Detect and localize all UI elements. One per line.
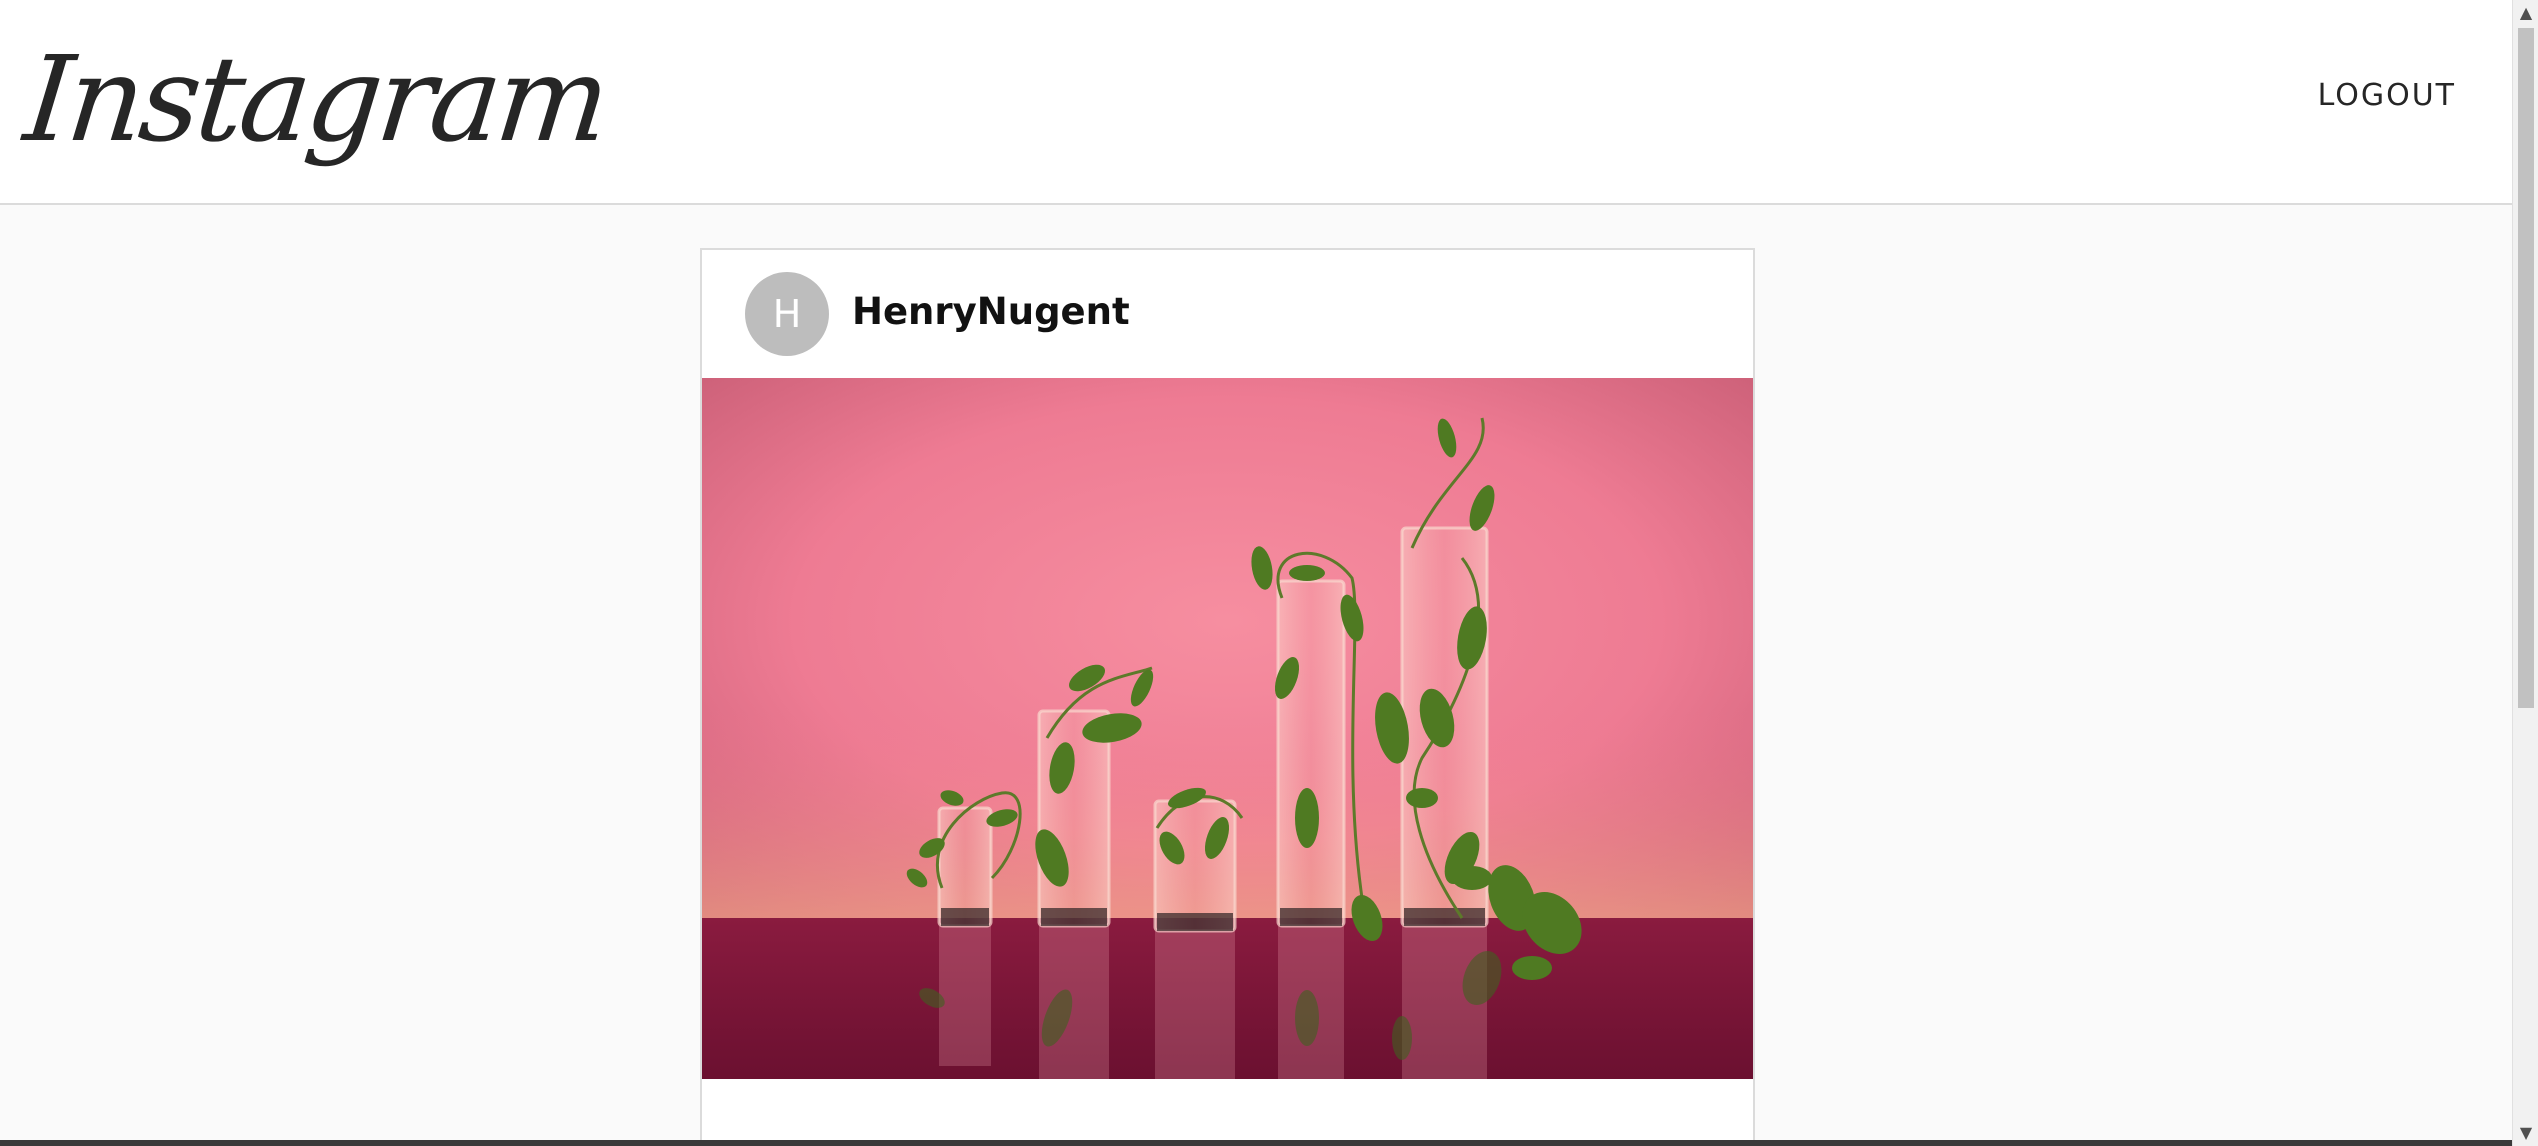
scroll-down-icon[interactable]: ▼ — [2513, 1120, 2538, 1146]
avatar[interactable]: H — [745, 272, 829, 356]
post-image[interactable] — [702, 378, 1753, 1079]
post-card: H HenryNugent — [700, 248, 1755, 1146]
instagram-logo[interactable]: Instagram — [17, 14, 614, 184]
vertical-scrollbar[interactable]: ▲ ▼ — [2512, 0, 2538, 1146]
logout-button[interactable]: LOGOUT — [2318, 78, 2456, 113]
top-navbar: Instagram LOGOUT — [0, 0, 2512, 205]
post-header: H HenryNugent — [702, 250, 1753, 378]
window-bottom-edge — [0, 1140, 2512, 1146]
scroll-thumb[interactable] — [2518, 28, 2534, 708]
post-username[interactable]: HenryNugent — [852, 290, 1130, 333]
scroll-up-icon[interactable]: ▲ — [2513, 0, 2538, 26]
post-caption-area — [702, 1079, 1753, 1119]
plant-vases-photo — [702, 378, 1753, 1079]
